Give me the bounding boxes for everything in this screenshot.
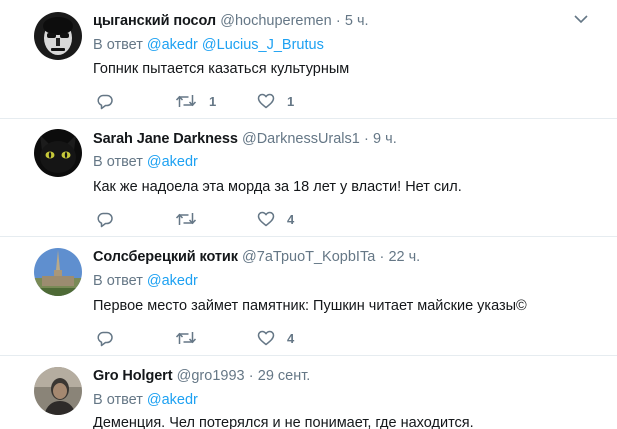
avatar[interactable]	[34, 12, 82, 60]
timestamp[interactable]: 5 ч.	[345, 13, 369, 29]
separator: ·	[364, 131, 369, 147]
like-count: 1	[287, 93, 295, 109]
reply-prefix: В ответ	[93, 154, 143, 170]
cathedral-spire-avatar-icon	[34, 248, 82, 296]
avatar[interactable]	[34, 248, 82, 296]
like-count: 4	[287, 330, 295, 346]
reply-icon	[97, 331, 113, 346]
display-name[interactable]: Sarah Jane Darkness	[93, 131, 238, 147]
tweet-header: Sarah Jane Darkness @DarknessUrals1 · 9 …	[93, 130, 397, 148]
mention-link[interactable]: @Lucius_J_Brutus	[202, 37, 324, 53]
reply-icon	[97, 94, 113, 109]
timestamp[interactable]: 29 сент.	[258, 368, 311, 384]
mention-link[interactable]: @akedr	[147, 273, 198, 289]
user-handle[interactable]: @DarknessUrals1	[242, 131, 360, 147]
retweet-button[interactable]	[175, 328, 209, 348]
reply-prefix: В ответ	[93, 37, 143, 53]
reply-icon	[97, 212, 113, 227]
more-menu-button[interactable]	[574, 14, 594, 28]
heart-icon	[257, 211, 275, 227]
reply-prefix: В ответ	[93, 392, 143, 408]
tweet-text: Деменция. Чел потерялся и не понимает, г…	[93, 415, 474, 429]
person-photo-avatar-icon	[34, 367, 82, 415]
like-button[interactable]: 4	[257, 328, 294, 348]
tweet-text: Гопник пытается казаться культурным	[93, 61, 350, 77]
separator: ·	[335, 13, 341, 29]
tweet-text: Первое место займет памятник: Пушкин чит…	[93, 298, 527, 314]
retweet-icon	[175, 213, 197, 225]
user-handle[interactable]: @7аТрuoT_KopbITa	[242, 249, 375, 265]
tweet[interactable]: цыганский посол @hochuperemen · 5 ч. В о…	[0, 0, 617, 118]
reply-button[interactable]	[96, 209, 126, 229]
display-name[interactable]: Gro Holgert	[93, 368, 173, 384]
timestamp[interactable]: 9 ч.	[373, 131, 397, 147]
retweet-count: 1	[209, 93, 217, 109]
tweet[interactable]: Солсберецкий котик @7аТрuoT_KopbITa · 22…	[0, 237, 617, 355]
reply-context: В ответ @akedr @Lucius_J_Brutus	[93, 36, 324, 54]
black-cat-avatar-icon	[34, 129, 82, 177]
reply-context: В ответ @akedr	[93, 391, 198, 409]
separator: ·	[379, 249, 385, 265]
separator: ·	[248, 368, 254, 384]
timestamp[interactable]: 22 ч.	[388, 249, 420, 265]
mention-link[interactable]: @akedr	[147, 392, 198, 408]
retweet-icon	[175, 95, 197, 107]
user-handle[interactable]: @hochuperemen	[220, 13, 331, 29]
reply-button[interactable]	[96, 91, 126, 111]
user-handle[interactable]: @gro1993	[177, 368, 245, 384]
reply-context: В ответ @akedr	[93, 272, 198, 290]
reply-prefix: В ответ	[93, 273, 143, 289]
mention-link[interactable]: @akedr	[147, 37, 198, 53]
mention-link[interactable]: @akedr	[147, 154, 198, 170]
tweet-actions: 1 1	[93, 91, 393, 111]
avatar[interactable]	[34, 367, 82, 415]
avatar[interactable]	[34, 129, 82, 177]
retweet-button[interactable]	[175, 209, 209, 229]
display-name[interactable]: Солсберецкий котик	[93, 249, 238, 265]
tweet-header: Gro Holgert @gro1993 · 29 сент.	[93, 367, 310, 385]
tweet-actions: 4	[93, 328, 393, 348]
tweet[interactable]: Sarah Jane Darkness @DarknessUrals1 · 9 …	[0, 119, 617, 236]
tweet[interactable]: Gro Holgert @gro1993 · 29 сент. В ответ …	[0, 356, 617, 429]
tweet-text: Как же надоела эта морда за 18 лет у вла…	[93, 179, 462, 195]
retweet-button[interactable]: 1	[175, 91, 216, 111]
tweet-actions: 4	[93, 209, 393, 229]
tweet-header: цыганский посол @hochuperemen · 5 ч.	[93, 12, 369, 30]
heart-icon	[257, 330, 275, 346]
reply-button[interactable]	[96, 328, 126, 348]
like-button[interactable]: 1	[257, 91, 294, 111]
retweet-icon	[175, 332, 197, 344]
like-count: 4	[287, 211, 295, 227]
tweet-header: Солсберецкий котик @7аТрuoT_KopbITa · 22…	[93, 248, 420, 266]
reply-context: В ответ @akedr	[93, 153, 198, 171]
chevron-down-icon	[574, 15, 588, 24]
masked-face-avatar-icon	[34, 12, 82, 60]
like-button[interactable]: 4	[257, 209, 294, 229]
heart-icon	[257, 93, 275, 109]
display-name[interactable]: цыганский посол	[93, 13, 216, 29]
